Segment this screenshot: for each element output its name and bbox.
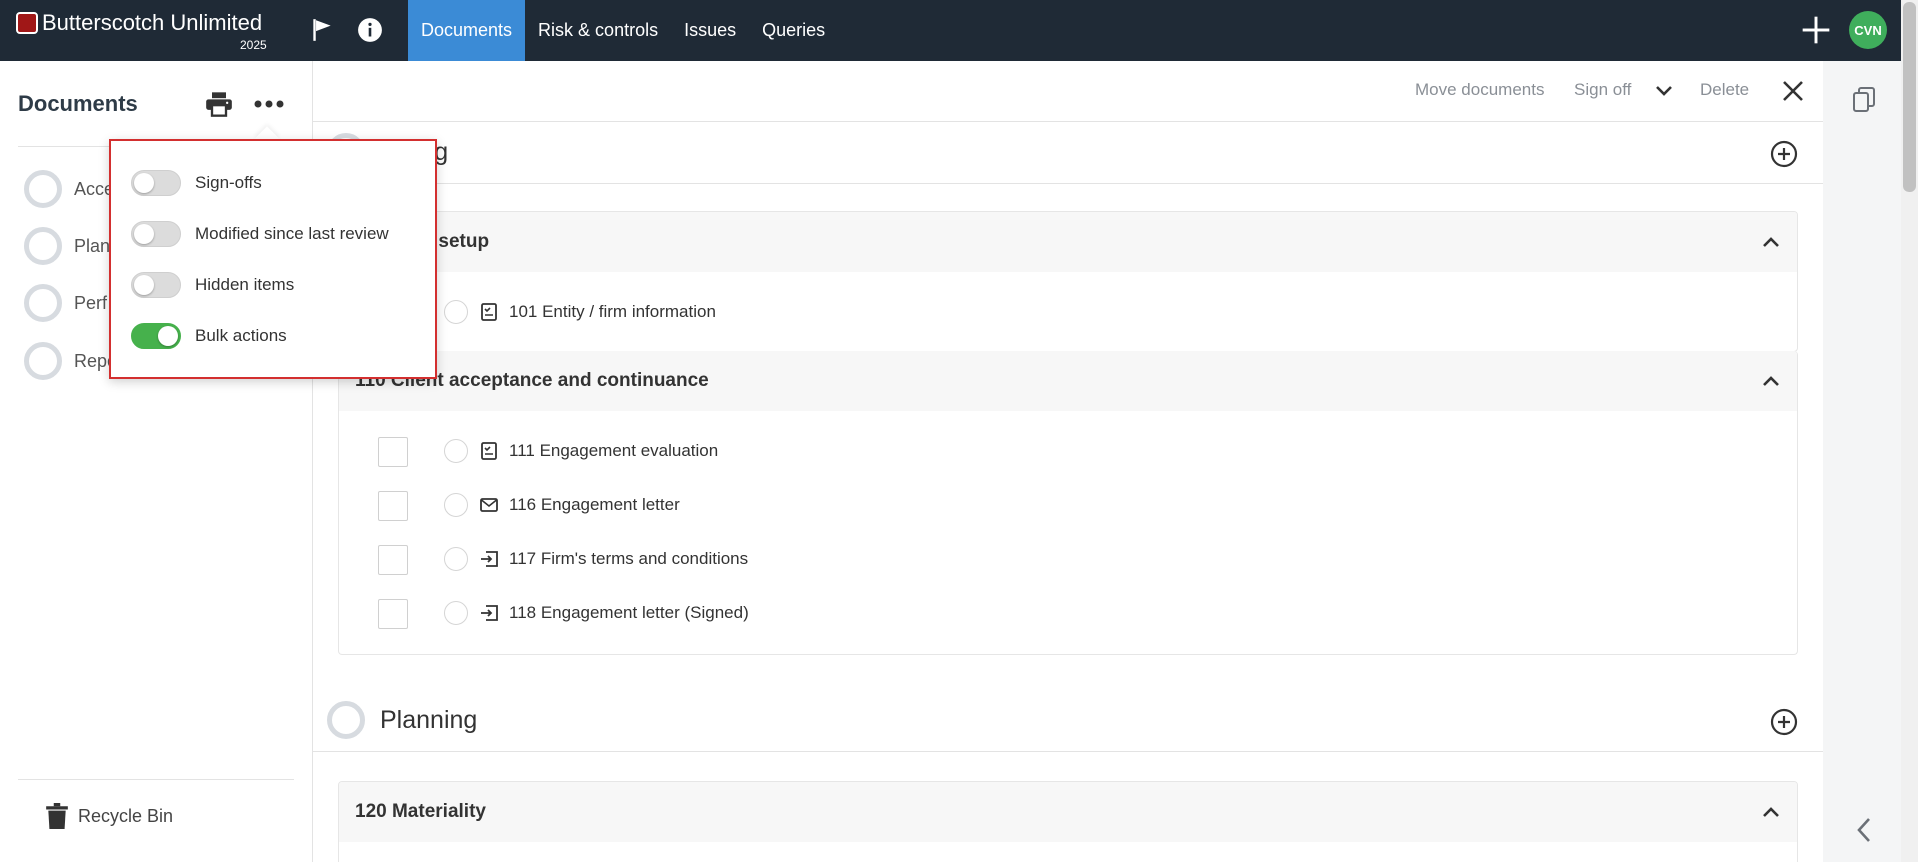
tab-documents[interactable]: Documents bbox=[408, 0, 526, 61]
signoff-circle-icon[interactable] bbox=[444, 547, 468, 571]
chevron-up-icon[interactable] bbox=[1759, 800, 1783, 824]
progress-ring-icon bbox=[24, 170, 62, 208]
brand-year: 2025 bbox=[240, 38, 267, 52]
move-documents-button[interactable]: Move documents bbox=[1415, 80, 1544, 100]
right-rail bbox=[1823, 61, 1901, 862]
hidden-items-toggle[interactable] bbox=[131, 272, 181, 298]
phase-header-accepting: epting bbox=[313, 122, 1823, 184]
row-checkbox[interactable] bbox=[378, 599, 408, 629]
trash-icon bbox=[46, 803, 68, 829]
document-link[interactable]: 101 Entity / firm information bbox=[509, 302, 716, 322]
import-icon bbox=[479, 603, 499, 623]
progress-ring-icon bbox=[24, 227, 62, 265]
row-checkbox[interactable] bbox=[378, 437, 408, 467]
sidebar-divider bbox=[18, 779, 294, 780]
document-link[interactable]: 117 Firm's terms and conditions bbox=[509, 549, 748, 569]
row-checkbox[interactable] bbox=[378, 491, 408, 521]
signoff-circle-icon[interactable] bbox=[444, 439, 468, 463]
phase-header-planning: Planning bbox=[313, 690, 1823, 752]
brand-name: Butterscotch Unlimited bbox=[42, 10, 263, 35]
sign-off-button[interactable]: Sign off bbox=[1574, 80, 1631, 100]
sidebar-item-label: Plan bbox=[74, 235, 111, 256]
table-row[interactable]: 116 Engagement letter bbox=[339, 489, 1797, 523]
option-label: Modified since last review bbox=[195, 224, 389, 243]
add-circle-icon[interactable] bbox=[1769, 707, 1799, 737]
phase-title: Planning bbox=[380, 706, 478, 734]
sidebar-item-accepting[interactable]: Acce bbox=[24, 169, 114, 209]
progress-ring-icon bbox=[24, 342, 62, 380]
main-content: Move documents Sign off Delete epting ag… bbox=[313, 61, 1823, 862]
checklist-icon bbox=[479, 441, 499, 461]
table-row[interactable]: 118 Engagement letter (Signed) bbox=[339, 597, 1797, 631]
add-circle-icon[interactable] bbox=[1769, 139, 1799, 169]
progress-ring-icon bbox=[24, 284, 62, 322]
tab-issues[interactable]: Issues bbox=[671, 0, 749, 61]
recycle-bin-link[interactable]: Recycle Bin bbox=[46, 803, 173, 829]
signoff-circle-icon[interactable] bbox=[444, 300, 468, 324]
chevron-up-icon[interactable] bbox=[1759, 230, 1783, 254]
bulk-actions-toggle[interactable] bbox=[131, 323, 181, 349]
document-link[interactable]: 118 Engagement letter (Signed) bbox=[509, 603, 749, 623]
chevron-up-icon[interactable] bbox=[1759, 369, 1783, 393]
sign-offs-toggle[interactable] bbox=[131, 170, 181, 196]
bulk-actions-bar: Move documents Sign off Delete bbox=[313, 61, 1823, 122]
option-hidden-items[interactable]: Hidden items bbox=[131, 271, 294, 299]
close-icon[interactable] bbox=[1779, 77, 1807, 105]
option-label: Bulk actions bbox=[195, 326, 287, 345]
tab-queries[interactable]: Queries bbox=[749, 0, 838, 61]
brand-logo-icon bbox=[16, 12, 38, 34]
import-icon bbox=[479, 549, 499, 569]
table-row[interactable]: 117 Firm's terms and conditions bbox=[339, 543, 1797, 577]
sidebar-item-reporting[interactable]: Repo bbox=[24, 341, 117, 381]
flag-icon[interactable] bbox=[306, 14, 338, 46]
sidebar-item-planning[interactable]: Plan bbox=[24, 226, 110, 266]
chevron-down-icon[interactable] bbox=[1652, 79, 1676, 103]
avatar[interactable]: CVN bbox=[1849, 11, 1887, 49]
progress-ring-icon bbox=[327, 701, 365, 739]
option-bulk-actions[interactable]: Bulk actions bbox=[131, 322, 287, 350]
group-title: 120 Materiality bbox=[355, 801, 486, 822]
sidebar-item-label: Perf bbox=[74, 292, 108, 313]
scrollbar[interactable] bbox=[1901, 0, 1918, 862]
sidebar-item-performing[interactable]: Perf bbox=[24, 283, 107, 323]
modified-since-review-toggle[interactable] bbox=[131, 221, 181, 247]
document-link[interactable]: 116 Engagement letter bbox=[509, 495, 680, 515]
option-modified-since-last-review[interactable]: Modified since last review bbox=[131, 220, 389, 248]
signoff-circle-icon[interactable] bbox=[444, 601, 468, 625]
document-link[interactable]: 111 Engagement evaluation bbox=[509, 441, 718, 461]
chevron-left-icon[interactable] bbox=[1852, 815, 1876, 845]
copy-icon[interactable] bbox=[1850, 85, 1878, 115]
add-icon[interactable] bbox=[1798, 12, 1834, 48]
top-bar: Butterscotch Unlimited 2025 Documents Ri… bbox=[0, 0, 1918, 61]
group-header[interactable]: 110 Client acceptance and continuance bbox=[339, 351, 1797, 411]
print-icon[interactable] bbox=[202, 89, 236, 119]
table-row[interactable]: 101 Entity / firm information bbox=[339, 296, 1797, 330]
group-engagement-setup: agement setup 101 Entity / firm informat… bbox=[338, 211, 1798, 352]
group-materiality: 120 Materiality bbox=[338, 781, 1798, 862]
view-options-popover: Sign-offs Modified since last review Hid… bbox=[109, 139, 437, 379]
checklist-icon bbox=[479, 302, 499, 322]
option-sign-offs[interactable]: Sign-offs bbox=[131, 169, 262, 197]
option-label: Hidden items bbox=[195, 275, 295, 294]
more-options-icon[interactable] bbox=[252, 89, 286, 119]
tab-risk-controls[interactable]: Risk & controls bbox=[525, 0, 671, 61]
signoff-circle-icon[interactable] bbox=[444, 493, 468, 517]
group-header[interactable]: agement setup bbox=[339, 212, 1797, 272]
row-checkbox[interactable] bbox=[378, 545, 408, 575]
sidebar-title: Documents bbox=[18, 91, 138, 116]
envelope-icon bbox=[479, 495, 499, 515]
option-label: Sign-offs bbox=[195, 173, 262, 192]
group-client-acceptance: 110 Client acceptance and continuance 11… bbox=[338, 351, 1798, 655]
table-row[interactable]: 111 Engagement evaluation bbox=[339, 435, 1797, 469]
scrollbar-thumb[interactable] bbox=[1903, 2, 1916, 192]
group-header[interactable]: 120 Materiality bbox=[339, 782, 1797, 842]
delete-button[interactable]: Delete bbox=[1700, 80, 1749, 100]
main-nav: Documents Risk & controls Issues Queries bbox=[408, 0, 838, 61]
recycle-bin-label: Recycle Bin bbox=[78, 805, 174, 826]
info-icon[interactable] bbox=[354, 14, 386, 46]
